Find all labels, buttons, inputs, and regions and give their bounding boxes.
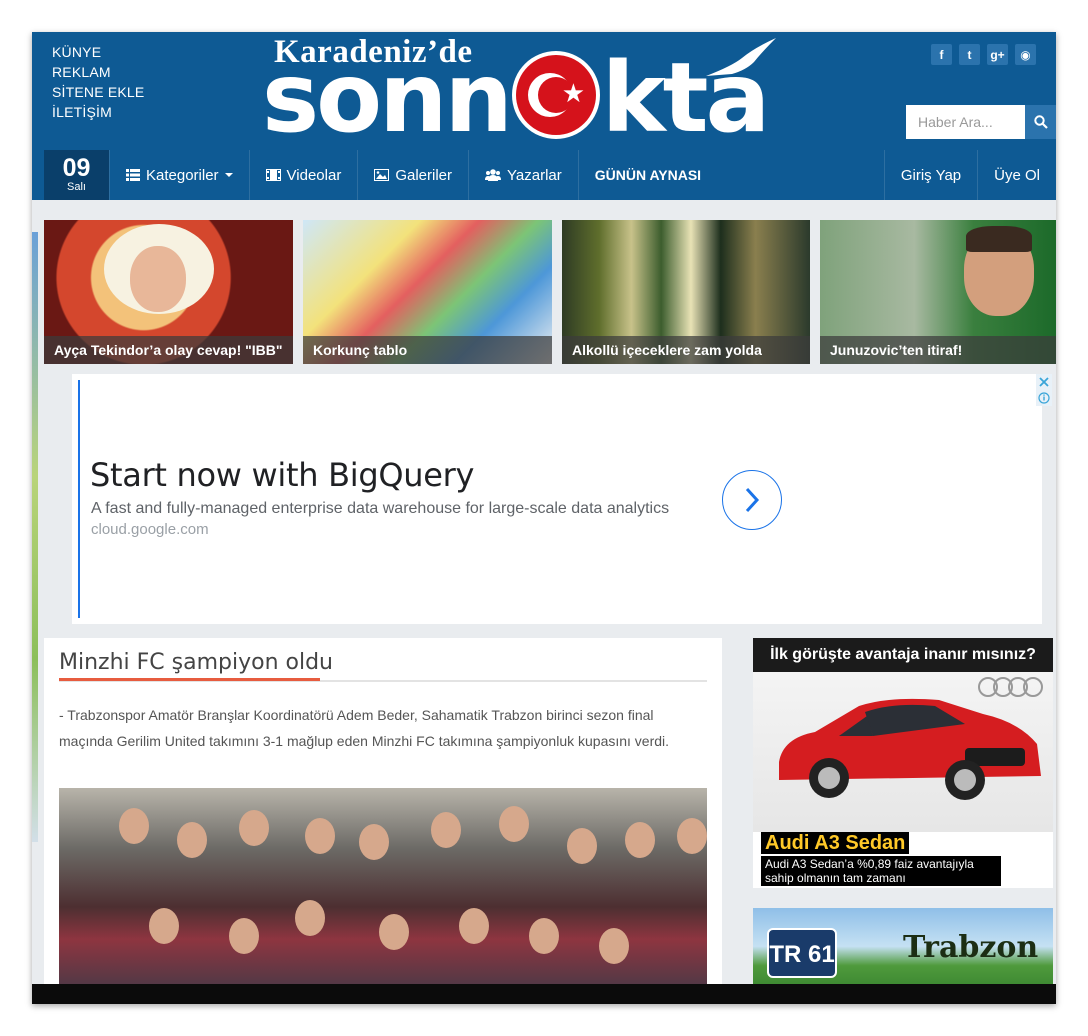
audi-ad-header: İlk görüşte avantaja inanır mısınız? <box>753 638 1053 672</box>
chevron-down-icon <box>224 173 233 177</box>
nav-gunun-aynasi[interactable]: GÜNÜN AYNASI <box>577 150 717 200</box>
rss-icon[interactable]: ◉ <box>1015 44 1036 65</box>
gallery-caption: Alkollü içeceklere zam yolda <box>562 336 810 364</box>
nav-account: Giriş Yap Üye Ol <box>883 150 1056 200</box>
date-weekday: Salı <box>67 181 86 193</box>
ad-title[interactable]: Start now with BigQuery <box>90 456 474 494</box>
background-strip <box>32 232 38 842</box>
browser-page: KÜNYE REKLAM SİTENE EKLE İLETİŞİM Karade… <box>32 32 1056 1004</box>
facebook-icon[interactable]: f <box>931 44 952 65</box>
social-links: f t g+ ◉ <box>931 44 1036 65</box>
gallery-card[interactable]: Junuzovic’ten itiraf! <box>820 220 1056 364</box>
ad-choices-icon[interactable] <box>1036 374 1052 406</box>
audi-offer-text: Audi A3 Sedan’a %0,89 faiz avantajıyla s… <box>761 856 1001 886</box>
bottom-bar <box>32 984 1056 1004</box>
nav-kategoriler[interactable]: Kategoriler <box>109 150 249 200</box>
advertisement-banner[interactable]: Start now with BigQuery A fast and fully… <box>72 374 1052 624</box>
link-reklam[interactable]: REKLAM <box>52 62 144 82</box>
list-icon <box>126 169 140 181</box>
register-link[interactable]: Üye Ol <box>977 150 1056 200</box>
article-title[interactable]: Minzhi FC şampiyon oldu <box>59 650 333 675</box>
link-kunye[interactable]: KÜNYE <box>52 42 144 62</box>
search-button[interactable] <box>1025 105 1056 139</box>
chevron-right-icon <box>745 487 760 513</box>
gallery-card[interactable]: Korkunç tablo <box>303 220 552 364</box>
nav-gunun-aynasi-label: GÜNÜN AYNASI <box>594 167 702 183</box>
date-day: 09 <box>62 154 91 182</box>
site-header: KÜNYE REKLAM SİTENE EKLE İLETİŞİM Karade… <box>32 32 1056 200</box>
users-icon <box>485 169 501 181</box>
logo-wordmark-left: sonn <box>262 42 513 154</box>
main-nav: 09 Salı Kategoriler Videolar Galeriler Y… <box>32 150 1056 200</box>
logo-wordmark: sonn ★ kta <box>262 48 770 148</box>
title-accent-line <box>59 678 320 681</box>
headline-gallery: Ayça Tekindor’a olay cevap! "IBB" Korkun… <box>44 220 1056 364</box>
gallery-caption: Ayça Tekindor’a olay cevap! "IBB" <box>44 336 293 364</box>
news-article: Minzhi FC şampiyon oldu - Trabzonspor Am… <box>44 638 722 1004</box>
ad-description: A fast and fully-managed enterprise data… <box>91 500 670 517</box>
ad-arrow-button[interactable] <box>722 470 782 530</box>
article-summary: - Trabzonspor Amatör Branşlar Koordinatö… <box>59 707 670 749</box>
image-icon <box>374 169 390 181</box>
photo-decoration <box>130 246 186 312</box>
ad-accent-bar <box>78 380 80 618</box>
nav-galeriler-label: Galeriler <box>395 166 452 184</box>
login-link[interactable]: Giriş Yap <box>883 150 977 200</box>
nav-yazarlar[interactable]: Yazarlar <box>468 150 578 200</box>
gallery-caption: Junuzovic’ten itiraf! <box>820 336 1056 364</box>
top-links: KÜNYE REKLAM SİTENE EKLE İLETİŞİM <box>52 42 144 122</box>
seagull-icon <box>706 38 776 76</box>
red-car-image <box>779 698 1041 800</box>
nav-yazarlar-label: Yazarlar <box>507 166 562 184</box>
gallery-card[interactable]: Alkollü içeceklere zam yolda <box>562 220 810 364</box>
link-sitene-ekle[interactable]: SİTENE EKLE <box>52 82 144 102</box>
ad-url[interactable]: cloud.google.com <box>91 521 209 538</box>
nav-kategoriler-label: Kategoriler <box>146 166 219 184</box>
date-badge: 09 Salı <box>44 150 109 200</box>
film-icon <box>265 169 281 181</box>
search-input[interactable] <box>906 105 1025 139</box>
google-plus-icon[interactable]: g+ <box>987 44 1008 65</box>
twitter-icon[interactable]: t <box>959 44 980 65</box>
gallery-caption: Korkunç tablo <box>303 336 552 364</box>
photo-decoration <box>966 226 1032 252</box>
tr61-ad-text: Trabzon <box>903 930 1039 965</box>
gallery-card[interactable]: Ayça Tekindor’a olay cevap! "IBB" <box>44 220 293 364</box>
site-logo[interactable]: Karadeniz’de sonn ★ kta <box>262 34 852 148</box>
audi-model-name: Audi A3 Sedan <box>761 832 910 854</box>
link-iletisim[interactable]: İLETİŞİM <box>52 102 144 122</box>
nav-galeriler[interactable]: Galeriler <box>357 150 468 200</box>
nav-videolar[interactable]: Videolar <box>248 150 358 200</box>
search-icon <box>1033 115 1048 129</box>
nav-videolar-label: Videolar <box>286 166 342 184</box>
search-box <box>906 105 1056 139</box>
turkish-flag-icon: ★ <box>511 51 600 139</box>
audi-ad[interactable]: İlk görüşte avantaja inanır mısınız? Aud… <box>753 638 1053 888</box>
tr61-logo: TR 61 <box>767 928 837 978</box>
article-photo[interactable] <box>59 788 707 1004</box>
